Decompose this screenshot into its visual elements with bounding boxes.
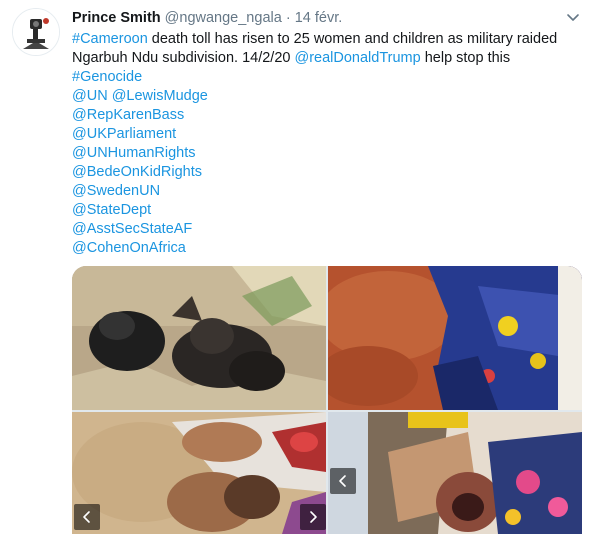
- mention-link[interactable]: @AsstSecStateAF: [72, 221, 192, 237]
- mention-link[interactable]: @LewisMudge: [112, 88, 208, 104]
- mention-link[interactable]: @UKParliament: [72, 126, 176, 142]
- tweet-line: #Cameroon death toll has risen to 25 wom…: [72, 30, 582, 49]
- avatar-image: [13, 9, 59, 55]
- tweet-line: @BedeOnKidRights: [72, 163, 582, 182]
- media-grid: [72, 266, 582, 534]
- next-photo-button[interactable]: [300, 504, 326, 530]
- chevron-left-icon: [83, 511, 90, 523]
- tweet-line: @RepKarenBass: [72, 106, 582, 125]
- chevron-right-icon: [310, 511, 317, 523]
- tweet-text: #Cameroon death toll has risen to 25 wom…: [72, 30, 582, 258]
- mention-link[interactable]: @SwedenUN: [72, 183, 160, 199]
- mention-link[interactable]: @UN: [72, 88, 108, 104]
- tweet-line: Ngarbuh Ndu subdivision. 14/2/20 @realDo…: [72, 49, 582, 68]
- mention-link[interactable]: @BedeOnKidRights: [72, 164, 202, 180]
- mention-link[interactable]: @CohenOnAfrica: [72, 240, 186, 256]
- mention-link[interactable]: @UNHumanRights: [72, 145, 196, 161]
- mention-link[interactable]: @realDonaldTrump: [294, 50, 420, 66]
- author-name[interactable]: Prince Smith: [72, 10, 161, 26]
- photo-2[interactable]: [328, 266, 582, 410]
- tweet-line: #Genocide: [72, 68, 582, 87]
- photo-3[interactable]: [72, 412, 326, 534]
- tweet-line: @UNHumanRights: [72, 144, 582, 163]
- chevron-left-icon: [339, 475, 346, 487]
- hashtag-link[interactable]: #Cameroon: [72, 31, 148, 47]
- prev-photo-button[interactable]: [74, 504, 100, 530]
- photo-4[interactable]: [328, 412, 582, 534]
- tweet-line-text: help stop this: [420, 50, 511, 66]
- tweet-header: Prince Smith @ngwange_ngala · 14 févr.: [72, 8, 342, 28]
- prev-photo-button[interactable]: [330, 468, 356, 494]
- photo-1[interactable]: [72, 266, 326, 410]
- tweet-line: @AsstSecStateAF: [72, 220, 582, 239]
- tweet-line: @SwedenUN: [72, 182, 582, 201]
- hashtag-link[interactable]: #Genocide: [72, 69, 142, 85]
- mention-link[interactable]: @RepKarenBass: [72, 107, 184, 123]
- tweet-line-text: Ngarbuh Ndu subdivision. 14/2/20: [72, 50, 295, 66]
- tweet-line: @UKParliament: [72, 125, 582, 144]
- tweet-line: @UN @LewisMudge: [72, 87, 582, 106]
- chevron-down-icon[interactable]: [564, 8, 582, 26]
- tweet-line-text: death toll has risen to 25 women and chi…: [147, 31, 558, 47]
- mention-link[interactable]: @StateDept: [72, 202, 151, 218]
- tweet-line: @CohenOnAfrica: [72, 239, 582, 258]
- header-separator: ·: [285, 10, 291, 26]
- author-handle[interactable]: @ngwange_ngala: [165, 10, 282, 26]
- avatar[interactable]: [12, 8, 60, 56]
- tweet-line: @StateDept: [72, 201, 582, 220]
- tweet-date[interactable]: 14 févr.: [295, 10, 343, 26]
